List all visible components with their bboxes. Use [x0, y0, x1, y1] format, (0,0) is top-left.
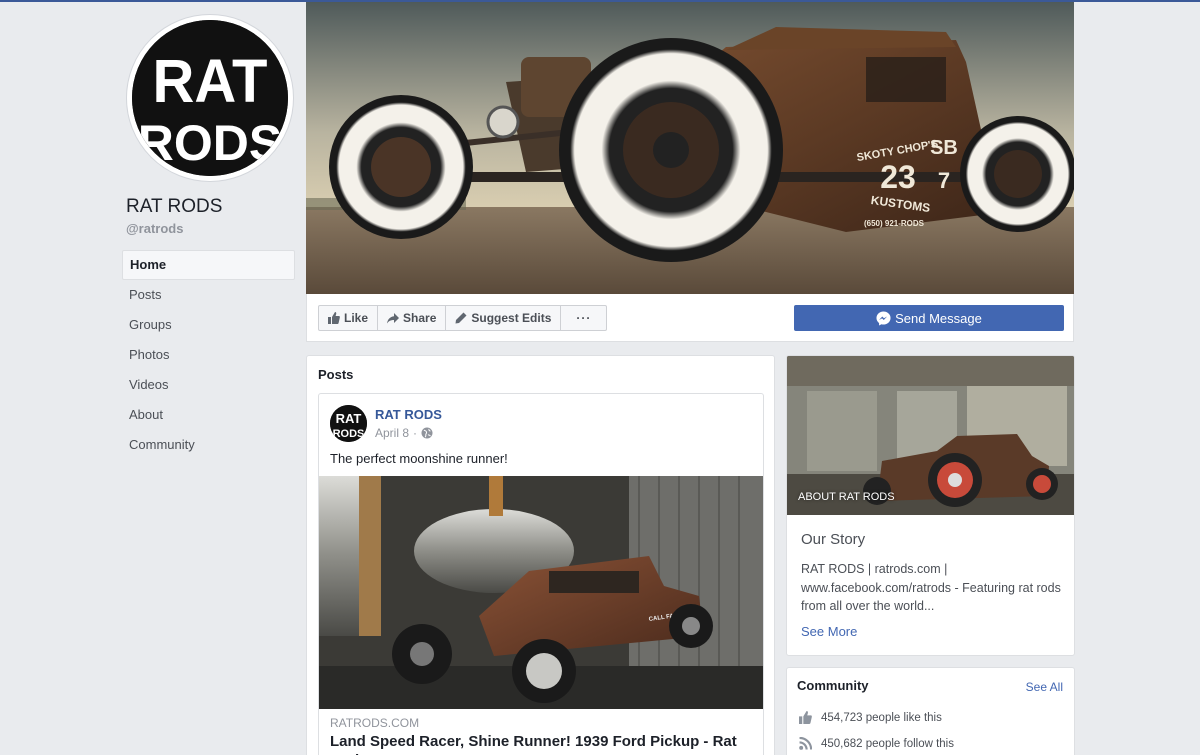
page-handle[interactable]: @ratrods: [126, 221, 183, 236]
see-all-link[interactable]: See All: [1026, 680, 1063, 694]
date-separator: ·: [413, 426, 418, 440]
rat-rods-logo: RAT RODS: [132, 20, 288, 176]
nav-item-videos[interactable]: Videos: [122, 370, 295, 400]
avatar-word-rat: RAT: [336, 411, 362, 426]
cover-lettering-sb: SB: [930, 137, 958, 159]
nav-item-posts[interactable]: Posts: [122, 280, 295, 310]
page-name: RAT RODS: [126, 196, 223, 217]
cover-photo[interactable]: SKOTY CHOP'S 23 KUSTOMS SB 7 (650) 921-R…: [306, 2, 1074, 294]
logo-word-rat: RAT: [153, 47, 268, 116]
page-action-bar: Like Share Suggest Edits ··· Send Messag…: [306, 294, 1074, 342]
rss-follow-icon: [799, 737, 812, 750]
suggest-edits-label: Suggest Edits: [471, 311, 552, 325]
share-button[interactable]: Share: [377, 305, 447, 331]
more-options-button[interactable]: ···: [560, 305, 608, 331]
post-date-text: April 8: [375, 426, 410, 440]
post-author-name[interactable]: RAT RODS: [375, 407, 442, 422]
send-message-button[interactable]: Send Message: [794, 305, 1064, 331]
nav-item-photos[interactable]: Photos: [122, 340, 295, 370]
cover-lettering-number: 23: [880, 159, 916, 195]
cover-lettering-phone: (650) 921-RODS: [864, 219, 925, 228]
nav-item-about[interactable]: About: [122, 400, 295, 430]
like-button[interactable]: Like: [318, 305, 379, 331]
link-title[interactable]: Land Speed Racer, Shine Runner! 1939 For…: [330, 732, 755, 755]
cover-lettering-seven: 7: [938, 168, 950, 193]
suggest-edits-button[interactable]: Suggest Edits: [445, 305, 562, 331]
profile-picture[interactable]: RAT RODS: [126, 14, 294, 182]
posts-section-title: Posts: [318, 367, 354, 382]
nav-item-groups[interactable]: Groups: [122, 310, 295, 340]
more-options-icon: ···: [576, 311, 592, 325]
page-navigation: Home Posts Groups Photos Videos About Co…: [122, 250, 295, 460]
likes-stat: 454,723 people like this: [799, 711, 942, 724]
follows-count-text: 450,682 people follow this: [821, 737, 954, 750]
thumbs-up-icon: [328, 312, 340, 324]
posts-section: Posts RAT RODS RAT RODS April 8 · The pe…: [306, 355, 775, 755]
share-button-label: Share: [403, 311, 437, 325]
follows-stat: 450,682 people follow this: [799, 737, 954, 750]
about-photo[interactable]: ABOUT RAT RODS: [787, 356, 1074, 515]
send-message-label: Send Message: [895, 310, 982, 326]
logo-word-rods: RODS: [138, 115, 282, 171]
pencil-icon: [455, 312, 467, 324]
like-button-label: Like: [344, 311, 369, 325]
nav-item-home[interactable]: Home: [122, 250, 295, 280]
about-section: ABOUT RAT RODS Our Story RAT RODS | ratr…: [786, 355, 1075, 656]
our-story-title: Our Story: [801, 531, 866, 548]
post-author-avatar[interactable]: RAT RODS: [330, 405, 367, 442]
thumbs-up-icon: [799, 711, 812, 724]
share-arrow-icon: [387, 313, 400, 324]
messenger-icon: [876, 310, 891, 326]
likes-count-text: 454,723 people like this: [821, 711, 942, 724]
link-domain: RATRODS.COM: [330, 716, 420, 730]
post-card: RAT RODS RAT RODS April 8 · The perfect …: [318, 393, 764, 755]
nav-item-community[interactable]: Community: [122, 430, 295, 460]
post-text: The perfect moonshine runner!: [330, 451, 508, 466]
see-more-link[interactable]: See More: [801, 624, 857, 639]
post-timestamp[interactable]: April 8 ·: [375, 426, 433, 440]
action-button-group: Like Share Suggest Edits ···: [318, 305, 608, 331]
community-title: Community: [797, 678, 869, 693]
community-section: Community See All 454,723 people like th…: [786, 667, 1075, 755]
avatar-word-rods: RODS: [333, 428, 365, 440]
globe-icon: [421, 427, 433, 439]
post-link-image[interactable]: CALL FAMILY: [319, 476, 763, 709]
our-story-text: RAT RODS | ratrods.com | www.facebook.co…: [801, 562, 1061, 613]
about-photo-caption: ABOUT RAT RODS: [798, 491, 895, 503]
